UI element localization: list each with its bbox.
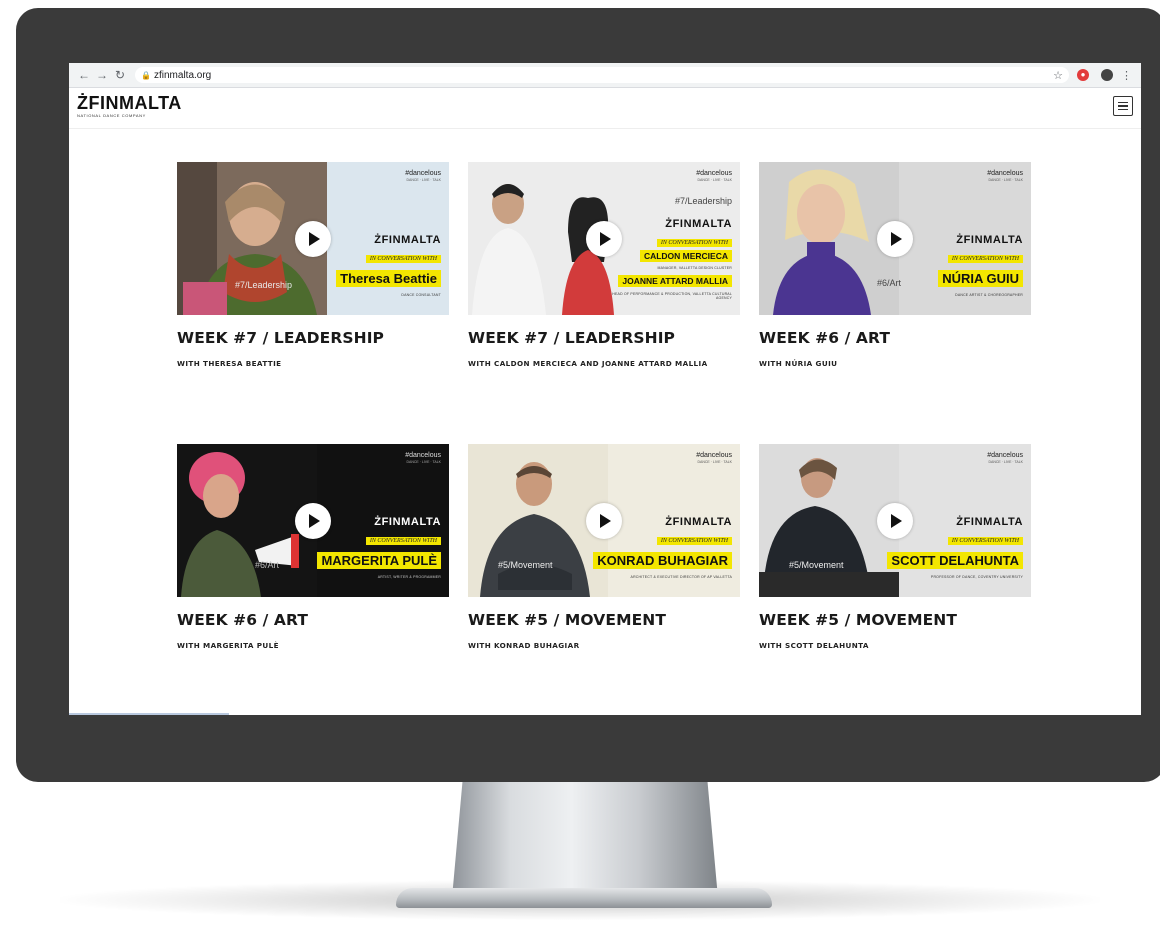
profile-icon[interactable] xyxy=(1101,69,1113,81)
video-card[interactable]: #dancelous DANCE · LIVE · TALK ŻFINMALTA … xyxy=(759,444,1031,653)
week-tag: #5/Movement xyxy=(498,560,553,570)
logo-subtitle: NATIONAL DANCE COMPANY xyxy=(77,113,146,118)
video-thumbnail[interactable]: #dancelous DANCE · LIVE · TALK ŻFINMALTA … xyxy=(759,162,1031,315)
card-title[interactable]: WEEK #7 / LEADERSHIP xyxy=(468,329,740,347)
brand-logo: ŻFINMALTA xyxy=(374,516,441,528)
hashtag: #dancelous DANCE · LIVE · TALK xyxy=(987,452,1023,464)
conversation-label: IN CONVERSATION WITH xyxy=(656,537,732,545)
speaker-caption: DANCE ARTIST & CHOREOGRAPHER xyxy=(955,293,1023,297)
site-header: ŻFINMALTA NATIONAL DANCE COMPANY xyxy=(69,88,1141,129)
monitor-screen: ← → ↻ 🔒 zfinmalta.org ☆ ● ⋮ ŻFINMALTA NA… xyxy=(69,63,1141,715)
lock-icon: 🔒 xyxy=(141,70,151,80)
speaker-name: CALDON MERCIECA xyxy=(639,250,732,262)
video-thumbnail[interactable]: #dancelous DANCE · LIVE · TALK ŻFINMALTA … xyxy=(177,444,449,597)
speaker-caption: MANAGER, VALLETTA DESIGN CLUSTER xyxy=(657,266,732,270)
video-thumbnail[interactable]: #dancelous DANCE · LIVE · TALK ŻFINMALTA … xyxy=(759,444,1031,597)
address-bar[interactable]: 🔒 zfinmalta.org ☆ xyxy=(135,67,1069,83)
speaker-name: Theresa Beattie xyxy=(336,270,441,287)
speaker-name: SCOTT DELAHUNTA xyxy=(887,552,1023,569)
conversation-label: IN CONVERSATION WITH xyxy=(947,255,1023,263)
url-text: zfinmalta.org xyxy=(154,69,212,81)
back-icon[interactable]: ← xyxy=(77,68,91,82)
monitor-stand xyxy=(452,780,718,898)
conversation-label: IN CONVERSATION WITH xyxy=(365,537,441,545)
video-thumbnail[interactable]: #dancelous DANCE · LIVE · TALK ŻFINMALTA … xyxy=(468,444,740,597)
video-thumbnail[interactable]: #dancelous DANCE · LIVE · TALK #7/Leaders… xyxy=(468,162,740,315)
speaker-caption: DANCE CONSULTANT xyxy=(401,293,441,297)
card-title[interactable]: WEEK #5 / MOVEMENT xyxy=(759,611,1031,629)
brand-logo: ŻFINMALTA xyxy=(374,234,441,246)
card-subtitle: WITH NÚRIA GUIU xyxy=(759,359,838,368)
week-tag: #6/Art xyxy=(255,560,280,570)
speaker-caption: ARCHITECT & EXECUTIVE DIRECTOR OF AP VAL… xyxy=(630,575,732,579)
week-tag: #6/Art xyxy=(877,278,902,288)
hashtag: #dancelous DANCE · LIVE · TALK xyxy=(405,452,441,464)
hamburger-icon[interactable] xyxy=(1113,96,1133,116)
video-thumbnail[interactable]: #dancelous DANCE · LIVE · TALK ŻFINMALTA … xyxy=(177,162,449,315)
browser-toolbar: ← → ↻ 🔒 zfinmalta.org ☆ ● ⋮ xyxy=(69,63,1141,88)
conversation-label: IN CONVERSATION WITH xyxy=(947,537,1023,545)
speaker-caption: ARTIST, WRITER & PROGRAMMER xyxy=(377,575,441,579)
brand-logo: ŻFINMALTA xyxy=(665,516,732,528)
brand-logo: ŻFINMALTA xyxy=(956,234,1023,246)
speaker-caption: PROFESSOR OF DANCE, COVENTRY UNIVERSITY xyxy=(930,575,1023,579)
site-logo[interactable]: ŻFINMALTA NATIONAL DANCE COMPANY xyxy=(77,93,182,118)
video-card[interactable]: #dancelous DANCE · LIVE · TALK ŻFINMALTA … xyxy=(468,444,740,653)
week-tag: #7/Leadership xyxy=(674,196,732,206)
play-icon[interactable] xyxy=(295,220,331,257)
conversation-label: IN CONVERSATION WITH xyxy=(656,239,732,247)
hashtag: #dancelous DANCE · LIVE · TALK xyxy=(696,452,732,464)
card-title[interactable]: WEEK #7 / LEADERSHIP xyxy=(177,329,449,347)
page-scroll-indicator xyxy=(69,713,229,715)
menu-icon[interactable]: ⋮ xyxy=(1121,69,1132,82)
speaker-name: JOANNE ATTARD MALLIA xyxy=(618,275,732,287)
forward-icon[interactable]: → xyxy=(95,68,109,82)
star-icon[interactable]: ☆ xyxy=(1053,69,1063,82)
reload-icon[interactable]: ↻ xyxy=(113,68,127,82)
brand-logo: ŻFINMALTA xyxy=(956,516,1023,528)
play-icon[interactable] xyxy=(586,220,622,257)
week-tag: #7/Leadership xyxy=(235,280,293,290)
card-subtitle: WITH CALDON MERCIECA AND JOANNE ATTARD M… xyxy=(468,359,708,368)
logo-wordmark: ŻFINMALTA xyxy=(77,93,182,113)
brand-logo: ŻFINMALTA xyxy=(665,218,732,230)
card-title[interactable]: WEEK #6 / ART xyxy=(177,611,449,629)
speaker-name: KONRAD BUHAGIAR xyxy=(593,552,732,569)
video-card[interactable]: #dancelous DANCE · LIVE · TALK #7/Leaders… xyxy=(468,162,740,371)
conversation-label: IN CONVERSATION WITH xyxy=(365,255,441,263)
play-icon[interactable] xyxy=(877,502,913,539)
speaker-caption: HEAD OF PERFORMANCE & PRODUCTION, VALLET… xyxy=(612,292,732,300)
play-icon[interactable] xyxy=(295,502,331,539)
hashtag: #dancelous DANCE · LIVE · TALK xyxy=(987,170,1023,182)
card-subtitle: WITH KONRAD BUHAGIAR xyxy=(468,641,580,650)
play-icon[interactable] xyxy=(586,502,622,539)
speaker-name: NÚRIA GUIU xyxy=(938,270,1023,287)
video-card[interactable]: #dancelous DANCE · LIVE · TALK ŻFINMALTA … xyxy=(759,162,1031,371)
extension-icon[interactable]: ● xyxy=(1077,69,1089,81)
monitor-base xyxy=(396,888,772,908)
video-card[interactable]: #dancelous DANCE · LIVE · TALK ŻFINMALTA … xyxy=(177,444,449,653)
week-tag: #5/Movement xyxy=(789,560,844,570)
card-subtitle: WITH THERESA BEATTIE xyxy=(177,359,282,368)
card-subtitle: WITH SCOTT DELAHUNTA xyxy=(759,641,869,650)
play-icon[interactable] xyxy=(877,220,913,257)
hashtag: #dancelous DANCE · LIVE · TALK xyxy=(405,170,441,182)
card-title[interactable]: WEEK #6 / ART xyxy=(759,329,1031,347)
card-title[interactable]: WEEK #5 / MOVEMENT xyxy=(468,611,740,629)
hashtag: #dancelous DANCE · LIVE · TALK xyxy=(696,170,732,182)
speaker-name: MARGERITA PULÈ xyxy=(317,552,441,569)
video-card[interactable]: #dancelous DANCE · LIVE · TALK ŻFINMALTA … xyxy=(177,162,449,371)
card-subtitle: WITH MARGERITA PULÈ xyxy=(177,641,279,650)
